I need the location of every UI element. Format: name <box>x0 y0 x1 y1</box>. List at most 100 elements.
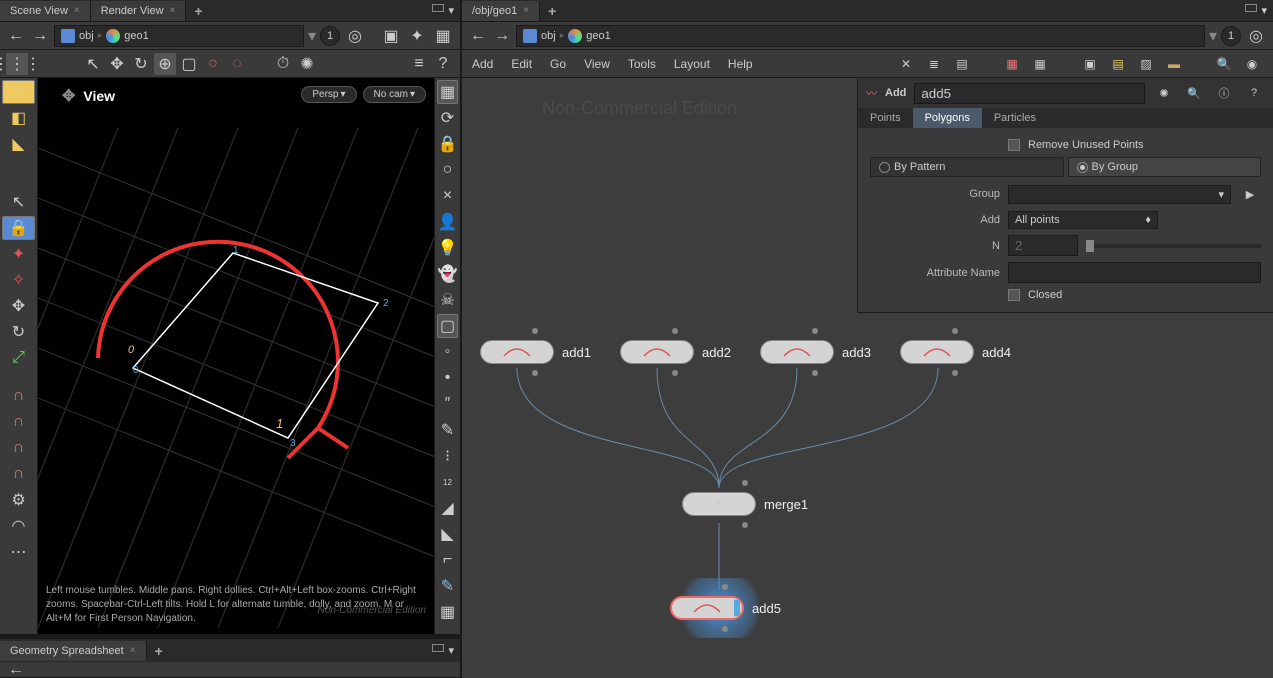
window-icon[interactable]: ▣ <box>1079 53 1101 75</box>
tool-magnet3[interactable]: ∩ <box>2 436 35 460</box>
close-icon[interactable]: × <box>130 645 136 656</box>
rtool-15[interactable]: ⁝ <box>437 444 458 468</box>
rtool-1[interactable]: ▦ <box>437 80 458 104</box>
tool-scale[interactable]: ⤢ <box>2 346 35 370</box>
add-tab-button[interactable]: + <box>147 641 171 661</box>
tab-render-view[interactable]: Render View × <box>91 1 187 21</box>
picker-icon[interactable]: ▶ <box>1239 183 1261 205</box>
menu-icon[interactable]: ▾ <box>448 4 454 17</box>
info-icon[interactable]: ⓘ <box>1213 82 1235 104</box>
rtool-20[interactable]: ▦ <box>437 600 458 624</box>
path-bar[interactable]: obj ▸ geo1 <box>516 25 1205 47</box>
dropdown-icon[interactable]: ▾ <box>1209 26 1217 46</box>
forward-button[interactable]: → <box>30 26 50 46</box>
back-button[interactable]: ← <box>468 26 488 46</box>
grid-menu-icon[interactable]: ⋮⋮⋮ <box>6 53 28 75</box>
rtool-num[interactable]: 12 <box>437 470 458 494</box>
tool-rotate[interactable]: ↻ <box>2 320 35 344</box>
rtool-14[interactable]: ✎ <box>437 418 458 442</box>
tab-points[interactable]: Points <box>858 108 913 128</box>
close-icon[interactable]: × <box>74 5 80 16</box>
back-button[interactable]: ← <box>6 26 26 46</box>
gear-icon[interactable]: ✺ <box>1153 82 1175 104</box>
tool-arc[interactable]: ◠ <box>2 514 35 538</box>
cube-icon[interactable]: ▣ <box>380 25 402 47</box>
node-graph[interactable]: Geometry Non-Commercial Edition add1 add… <box>462 78 1273 678</box>
target-icon[interactable]: ◎ <box>1245 25 1267 47</box>
attr-input[interactable] <box>1008 262 1261 283</box>
tool-move[interactable]: ✥ <box>2 294 35 318</box>
tool-star1[interactable]: ✦ <box>2 242 35 266</box>
node-add3[interactable]: add3 <box>760 340 871 364</box>
rtool-17[interactable]: ◣ <box>437 522 458 546</box>
rtool-18[interactable]: ⌐ <box>437 548 458 572</box>
circle-icon[interactable]: ○ <box>202 53 224 75</box>
close-icon[interactable]: × <box>170 5 176 16</box>
rtool-13[interactable]: ″ <box>437 392 458 416</box>
node-add1[interactable]: add1 <box>480 340 591 364</box>
tool-lock[interactable]: 🔒 <box>2 216 35 240</box>
rtool-8[interactable]: 👻 <box>437 262 458 286</box>
dropdown-icon[interactable]: ▾ <box>308 26 316 46</box>
tool-magnet4[interactable]: ∩ <box>2 462 35 486</box>
rtool-7[interactable]: 💡 <box>437 236 458 260</box>
tool-tag[interactable]: ◣ <box>2 132 35 156</box>
close-icon[interactable]: × <box>523 5 529 16</box>
dash-icon[interactable]: ◌ <box>226 53 248 75</box>
rtool-6[interactable]: 👤 <box>437 210 458 234</box>
nav-number[interactable]: 1 <box>320 26 340 46</box>
tool-magnet1[interactable]: ∩ <box>2 384 35 408</box>
list-icon[interactable]: ≣ <box>923 53 945 75</box>
info-icon[interactable]: ◉ <box>1241 53 1263 75</box>
menu-tools[interactable]: Tools <box>628 57 656 71</box>
help-icon[interactable]: ? <box>1243 82 1265 104</box>
grid-icon[interactable]: ▦ <box>432 25 454 47</box>
image-icon[interactable]: ▨ <box>1135 53 1157 75</box>
rtool-4[interactable]: ○ <box>437 158 458 182</box>
rtool-9[interactable]: ☠ <box>437 288 458 312</box>
grid2-icon[interactable]: ▦ <box>1029 53 1051 75</box>
tab-polygons[interactable]: Polygons <box>913 108 982 128</box>
menu-help[interactable]: Help <box>728 57 753 71</box>
box-icon[interactable]: ▢ <box>178 53 200 75</box>
rtool-12[interactable]: • <box>437 366 458 390</box>
tool-arrow[interactable]: ↖ <box>2 190 35 214</box>
node-name-input[interactable] <box>914 83 1145 104</box>
rtool-19[interactable]: ✎ <box>437 574 458 598</box>
node-add4[interactable]: add4 <box>900 340 1011 364</box>
nav-number[interactable]: 1 <box>1221 26 1241 46</box>
viewport-3d[interactable]: 0 0 1 2 3 1 ✥ View Persp▾ No cam▾ Non-Co… <box>38 78 434 634</box>
n-input[interactable] <box>1008 235 1078 256</box>
forward-button[interactable]: → <box>492 26 512 46</box>
n-slider[interactable] <box>1086 244 1261 248</box>
rtool-5[interactable]: × <box>437 184 458 208</box>
gear-icon[interactable]: ✺ <box>296 53 318 75</box>
back-button[interactable]: ← <box>6 662 26 678</box>
search-icon[interactable]: 🔍 <box>1183 82 1205 104</box>
tab-scene-view[interactable]: Scene View × <box>0 1 91 21</box>
rtool-11[interactable]: ◦ <box>437 340 458 364</box>
note-icon[interactable]: ▤ <box>1107 53 1129 75</box>
group-dropdown[interactable]: ▾ <box>1008 185 1231 204</box>
menu-add[interactable]: Add <box>472 57 493 71</box>
folder-icon[interactable]: ▬ <box>1163 53 1185 75</box>
tool-cube[interactable]: ◧ <box>2 106 35 130</box>
menu-icon[interactable]: ▾ <box>448 644 454 657</box>
clock-icon[interactable]: ⏱ <box>272 53 294 75</box>
move-icon[interactable]: ✥ <box>106 53 128 75</box>
add-dropdown[interactable]: All points♦ <box>1008 211 1158 229</box>
path-bar[interactable]: obj ▸ geo1 <box>54 25 304 47</box>
rotate-icon[interactable]: ↻ <box>130 53 152 75</box>
target-icon[interactable]: ◎ <box>344 25 366 47</box>
node-add5[interactable]: add5 <box>670 596 781 620</box>
menu-edit[interactable]: Edit <box>511 57 532 71</box>
search-icon[interactable]: 🔍 <box>1213 53 1235 75</box>
tool-house[interactable]: ⌂ <box>2 80 35 104</box>
minimize-icon[interactable] <box>432 4 444 12</box>
tab-geo-spreadsheet[interactable]: Geometry Spreadsheet × <box>0 641 147 661</box>
add-tab-button[interactable]: + <box>186 1 210 21</box>
cam-dropdown[interactable]: No cam▾ <box>363 86 426 103</box>
rtool-3[interactable]: 🔒 <box>437 132 458 156</box>
help-icon[interactable]: ? <box>432 53 454 75</box>
grid-icon[interactable]: ▦ <box>1001 53 1023 75</box>
